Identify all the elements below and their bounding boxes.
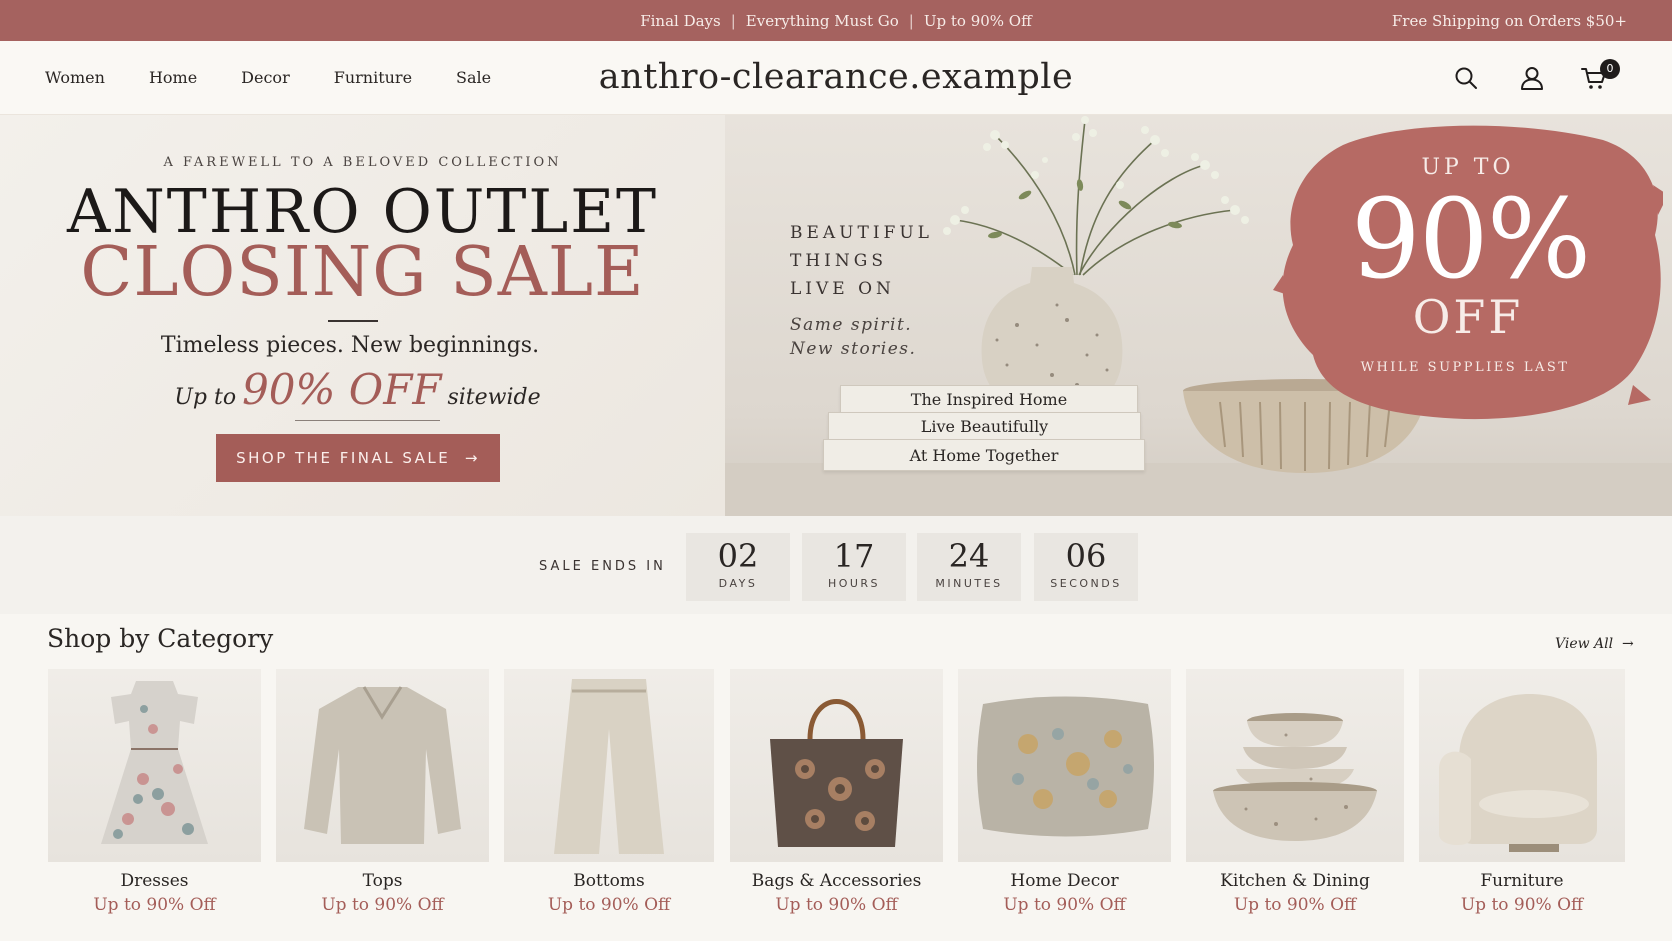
category-image: [958, 669, 1171, 862]
book-spine-1: The Inspired Home: [840, 385, 1138, 413]
announcement-item: Up to 90% Off: [923, 12, 1032, 30]
countdown-value: 02: [717, 537, 759, 575]
hero-divider: [328, 320, 378, 322]
dress-illustration: [101, 681, 208, 844]
category-card-bottoms[interactable]: Bottoms Up to 90% Off: [504, 669, 714, 929]
tote-bag-illustration: [770, 699, 903, 847]
category-name: Bags & Accessories: [751, 871, 922, 891]
announcement-item: Final Days: [640, 12, 721, 30]
badge-off: OFF: [1412, 290, 1524, 344]
hero-offer-suffix: sitewide: [447, 385, 541, 410]
category-section-title: Shop by Category: [47, 624, 274, 653]
hero-text-panel: A FAREWELL TO A BELOVED COLLECTION ANTHR…: [0, 115, 725, 516]
category-card-home-decor[interactable]: Home Decor Up to 90% Off: [958, 669, 1171, 929]
armchair-illustration: [1439, 694, 1597, 852]
book-spine-2: Live Beautifully: [828, 412, 1141, 440]
cta-label: SHOP THE FINAL SALE: [236, 449, 451, 467]
account-icon[interactable]: [1519, 65, 1545, 91]
arrow-right-icon: →: [1622, 636, 1634, 652]
main-nav: Women Home Decor Furniture Sale anthro-c…: [0, 41, 1672, 115]
hero-tagline: Timeless pieces. New beginnings.: [160, 333, 540, 358]
countdown-unit: SECONDS: [1050, 577, 1122, 590]
site-logo[interactable]: anthro-clearance.example: [0, 57, 1672, 97]
category-name: Tops: [362, 871, 403, 891]
category-offer: Up to 90% Off: [775, 895, 898, 915]
category-image: [1186, 669, 1404, 862]
category-offer: Up to 90% Off: [321, 895, 444, 915]
announcement-separator: |: [908, 12, 914, 30]
countdown-minutes: 24 MINUTES: [917, 533, 1021, 601]
category-card-kitchen-dining[interactable]: Kitchen & Dining Up to 90% Off: [1186, 669, 1404, 929]
announcement-item: Everything Must Go: [745, 12, 899, 30]
category-card-furniture[interactable]: Furniture Up to 90% Off: [1419, 669, 1625, 929]
view-all-link[interactable]: View All →: [1555, 636, 1634, 652]
book-spine-3: At Home Together: [823, 439, 1145, 471]
category-image: [276, 669, 489, 862]
category-name: Home Decor: [1010, 871, 1119, 891]
countdown-days: 02 DAYS: [686, 533, 790, 601]
free-shipping-note: Free Shipping on Orders $50+: [1391, 12, 1627, 30]
hero-offer-big: 90% OFF: [242, 365, 442, 414]
category-offer: Up to 90% Off: [1460, 895, 1584, 915]
category-name: Kitchen & Dining: [1220, 871, 1370, 891]
hero-banner: A FAREWELL TO A BELOVED COLLECTION ANTHR…: [0, 115, 1672, 516]
category-name: Furniture: [1480, 871, 1564, 891]
hero-offer: Up to 90% OFF sitewide: [0, 365, 715, 414]
category-offer: Up to 90% Off: [1003, 895, 1126, 915]
countdown-unit: DAYS: [718, 577, 758, 590]
badge-supplies-note: WHILE SUPPLIES LAST: [1360, 360, 1570, 375]
countdown-unit: HOURS: [827, 577, 881, 590]
category-image: [48, 669, 261, 862]
countdown-hours: 17 HOURS: [802, 533, 906, 601]
hero-kicker: A FAREWELL TO A BELOVED COLLECTION: [163, 155, 562, 170]
stacked-bowls-illustration: [1213, 713, 1377, 841]
hero-title-line2: CLOSING SALE: [80, 233, 645, 312]
category-offer: Up to 90% Off: [93, 895, 216, 915]
countdown-value: 06: [1065, 537, 1107, 575]
shop-final-sale-button[interactable]: SHOP THE FINAL SALE →: [216, 434, 500, 482]
category-card-bags-accessories[interactable]: Bags & Accessories Up to 90% Off: [730, 669, 943, 929]
view-all-label: View All: [1555, 636, 1614, 652]
category-image: [1419, 669, 1625, 862]
announcement-bar: Final Days | Everything Must Go | Up to 90% …: [0, 0, 1672, 41]
countdown-label: SALE ENDS IN: [539, 559, 666, 574]
hero-offer-underline: [295, 420, 440, 421]
category-card-dresses[interactable]: Dresses Up to 90% Off: [48, 669, 261, 929]
category-offer: Up to 90% Off: [547, 895, 671, 915]
countdown-unit: MINUTES: [935, 577, 1003, 590]
category-image: [730, 669, 943, 862]
search-icon[interactable]: [1453, 65, 1479, 91]
countdown-seconds: 06 SECONDS: [1034, 533, 1138, 601]
category-offer: Up to 90% Off: [1233, 895, 1357, 915]
countdown-value: 24: [948, 537, 990, 575]
hero-image-panel: BEAUTIFUL THINGS LIVE ON Same spirit. Ne…: [725, 115, 1672, 516]
category-card-tops[interactable]: Tops Up to 90% Off: [276, 669, 489, 929]
cart-count-badge: 0: [1600, 59, 1620, 79]
pillow-illustration: [977, 696, 1154, 837]
sale-countdown: SALE ENDS IN 02 DAYS 17 HOURS 24 MINUTES…: [0, 516, 1672, 614]
countdown-value: 17: [833, 537, 875, 575]
sweater-illustration: [304, 686, 461, 844]
pants-illustration: [554, 679, 664, 854]
arrow-right-icon: →: [464, 449, 480, 467]
category-name: Dresses: [120, 871, 189, 891]
badge-percent: 90%: [1350, 175, 1592, 303]
category-image: [504, 669, 714, 862]
category-name: Bottoms: [573, 871, 645, 891]
hero-offer-prefix: Up to: [174, 385, 237, 410]
announcement-separator: |: [730, 12, 736, 30]
